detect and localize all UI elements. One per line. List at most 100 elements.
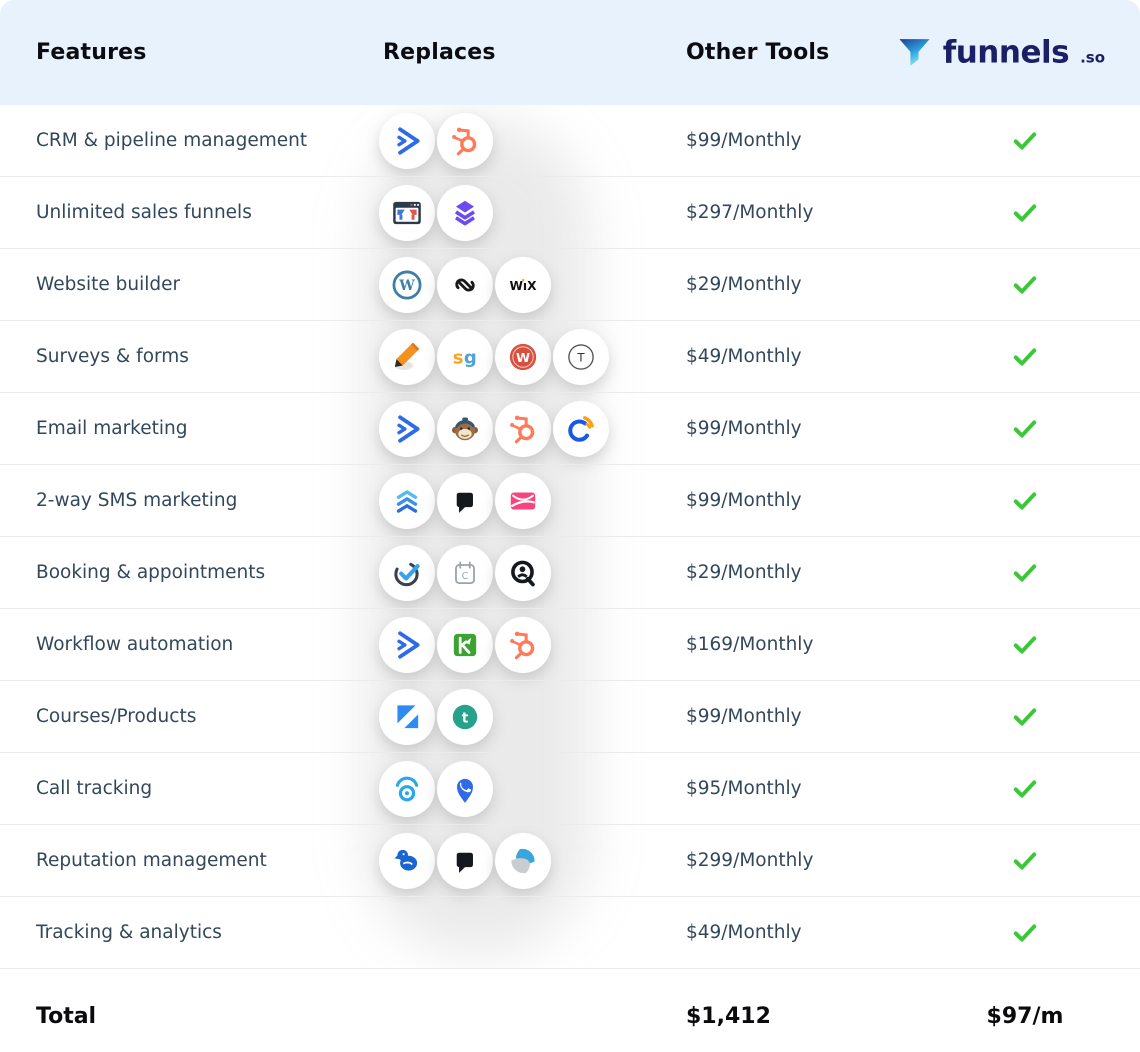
replaces-icons [350, 473, 650, 529]
funnel-icon [896, 34, 933, 71]
feature-label: Surveys & forms [0, 346, 350, 367]
typeform-icon [553, 329, 609, 385]
total-other-tools: $1,412 [650, 1004, 950, 1029]
total-funnels-price: $97/m [987, 1004, 1064, 1029]
table-row: Unlimited sales funnels $297/Monthly [0, 176, 1140, 248]
feature-label: CRM & pipeline management [0, 130, 350, 151]
setmore-check-icon [379, 545, 435, 601]
price-label: $99/Monthly [650, 706, 950, 727]
table-row: Workflow automation $169/Monthly [0, 608, 1140, 680]
calendar-icon [437, 545, 493, 601]
total-label: Total [0, 1004, 350, 1029]
table-row: Reputation management $299/Monthly [0, 824, 1140, 896]
envelope-sms-icon [495, 473, 551, 529]
price-label: $29/Monthly [650, 274, 950, 295]
feature-label: Booking & appointments [0, 562, 350, 583]
replaces-icons [350, 617, 650, 673]
feature-label: Call tracking [0, 778, 350, 799]
replaces-icons [350, 545, 650, 601]
col-header-features: Features [0, 40, 350, 65]
podium-icon [437, 473, 493, 529]
mailchimp-icon [437, 401, 493, 457]
wufoo-icon [495, 329, 551, 385]
check-icon [1011, 703, 1039, 731]
hubspot-icon [495, 401, 551, 457]
check-icon [1011, 127, 1039, 155]
price-label: $99/Monthly [650, 418, 950, 439]
teachable-icon [437, 689, 493, 745]
check-icon [1011, 559, 1039, 587]
acuity-icon [495, 545, 551, 601]
activecampaign-icon [379, 113, 435, 169]
activecampaign-icon [379, 401, 435, 457]
feature-label: Tracking & analytics [0, 922, 350, 943]
price-label: $49/Monthly [650, 922, 950, 943]
kajabi-icon [379, 689, 435, 745]
col-header-replaces: Replaces [350, 40, 650, 65]
hubspot-icon [437, 113, 493, 169]
wordpress-icon [379, 257, 435, 313]
price-label: $299/Monthly [650, 850, 950, 871]
callrail-icon [379, 761, 435, 817]
replaces-icons [350, 113, 650, 169]
price-label: $29/Monthly [650, 562, 950, 583]
brand-tld: .so [1080, 49, 1105, 67]
replaces-icons [350, 401, 650, 457]
price-label: $95/Monthly [650, 778, 950, 799]
price-label: $99/Monthly [650, 130, 950, 151]
feature-label: Courses/Products [0, 706, 350, 727]
podium-icon [437, 833, 493, 889]
table-row: Surveys & forms $49/Monthly [0, 320, 1140, 392]
birdeye-icon [379, 833, 435, 889]
price-label: $297/Monthly [650, 202, 950, 223]
table-row: Booking & appointments $29/Monthly [0, 536, 1140, 608]
activecampaign-icon [379, 617, 435, 673]
replaces-icons [350, 833, 650, 889]
check-icon [1011, 775, 1039, 803]
hubspot-icon [495, 617, 551, 673]
feature-label: Reputation management [0, 850, 350, 871]
squarespace-icon [437, 257, 493, 313]
table-row: 2-way SMS marketing $99/Monthly [0, 464, 1140, 536]
clickfunnels-icon [379, 185, 435, 241]
replaces-icons [350, 689, 650, 745]
feature-label: Email marketing [0, 418, 350, 439]
brand-logo: funnels .so [896, 34, 1104, 71]
check-icon [1011, 631, 1039, 659]
check-icon [1011, 199, 1039, 227]
table-row: Website builder $29/Monthly [0, 248, 1140, 320]
leadpages-icon [437, 185, 493, 241]
price-label: $49/Monthly [650, 346, 950, 367]
check-icon [1011, 271, 1039, 299]
wix-icon [495, 257, 551, 313]
table-row: Email marketing $99/Monthly [0, 392, 1140, 464]
reputation-swirl-icon [495, 833, 551, 889]
table-row: CRM & pipeline management $99/Monthly [0, 105, 1140, 176]
total-row: Total $1,412 $97/m [0, 968, 1140, 1052]
pin-phone-icon [437, 761, 493, 817]
table-row: Tracking & analytics $49/Monthly [0, 896, 1140, 968]
replaces-icons [350, 257, 650, 313]
keap-icon [437, 617, 493, 673]
surveygizmo-icon [437, 329, 493, 385]
replaces-icons [350, 185, 650, 241]
feature-label: Unlimited sales funnels [0, 202, 350, 223]
table-row: Call tracking $95/Monthly [0, 752, 1140, 824]
feature-label: Website builder [0, 274, 350, 295]
check-icon [1011, 343, 1039, 371]
check-icon [1011, 487, 1039, 515]
feature-label: Workflow automation [0, 634, 350, 655]
pencil-form-icon [379, 329, 435, 385]
constant-contact-icon [553, 401, 609, 457]
feature-label: 2-way SMS marketing [0, 490, 350, 511]
check-icon [1011, 415, 1039, 443]
check-icon [1011, 919, 1039, 947]
pricing-comparison-table: Features Replaces Other Tools funnels.so… [0, 0, 1140, 1052]
price-label: $169/Monthly [650, 634, 950, 655]
brand-name: funnels [943, 35, 1069, 71]
price-label: $99/Monthly [650, 490, 950, 511]
replaces-icons [350, 329, 650, 385]
table-header: Features Replaces Other Tools funnels.so [0, 0, 1140, 105]
check-icon [1011, 847, 1039, 875]
chevrons-sms-icon [379, 473, 435, 529]
